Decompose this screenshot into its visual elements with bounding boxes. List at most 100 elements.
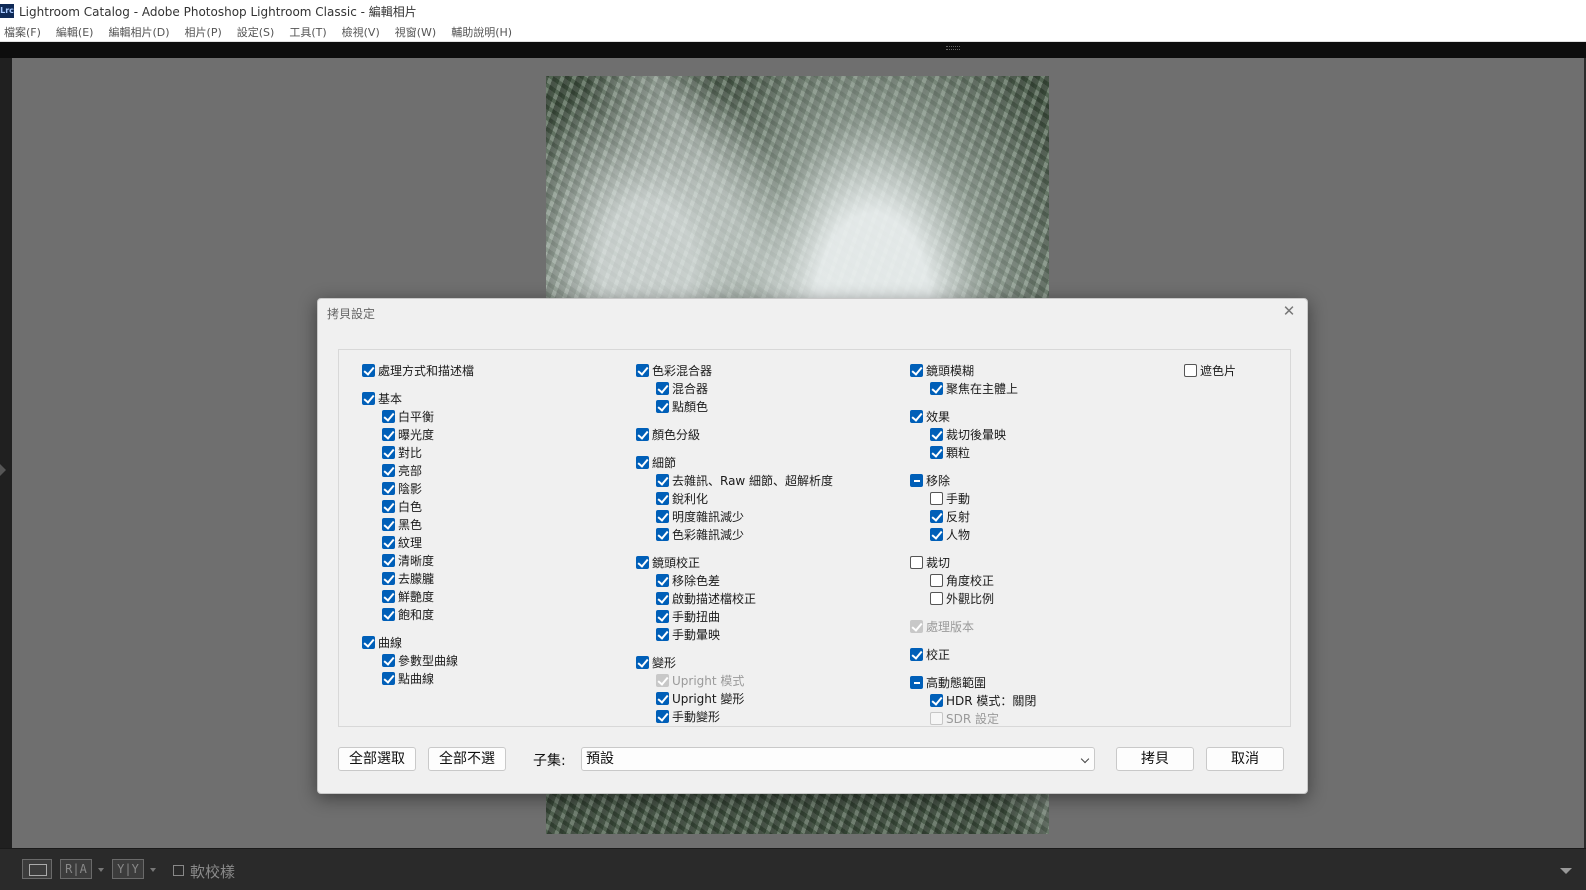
copy-button[interactable]: 拷貝: [1116, 747, 1194, 771]
checkbox-manual-transform[interactable]: 手動變形: [656, 708, 720, 724]
soft-proof-checkbox[interactable]: [173, 865, 184, 876]
checkbox-blacks[interactable]: 黑色: [382, 516, 422, 532]
checkbox-color-mixer[interactable]: 色彩混合器: [636, 362, 712, 378]
checkbox-straighten-angle[interactable]: 角度校正: [930, 572, 994, 588]
checkbox-remove-ca[interactable]: 移除色差: [656, 572, 720, 588]
checkbox-grain[interactable]: 顆粒: [930, 444, 970, 460]
checkbox-hdr[interactable]: 高動態範圍: [910, 674, 986, 690]
checkbox-basic[interactable]: 基本: [362, 390, 402, 406]
checkbox-post-crop-vignette[interactable]: 裁切後暈映: [930, 426, 1006, 442]
menu-photo[interactable]: 相片(P): [181, 24, 228, 40]
checkbox-checked-icon: [910, 409, 923, 423]
checkbox-whites[interactable]: 白色: [382, 498, 422, 514]
panel-grip-icon[interactable]: [946, 46, 960, 50]
checkbox-remove[interactable]: 移除: [910, 472, 950, 488]
checkbox-color-noise[interactable]: 色彩雜訊減少: [656, 526, 744, 542]
checkbox-checked-icon: [930, 445, 943, 459]
settings-panel: 處理方式和描述檔 基本 白平衡 曝光度 對比 亮部 陰影 白色 黑色 紋理 清晰…: [338, 349, 1291, 727]
checkbox-checked-icon: [382, 463, 395, 477]
checkbox-lens-corrections[interactable]: 鏡頭校正: [636, 554, 700, 570]
top-panel-strip[interactable]: [0, 42, 1586, 58]
menu-help[interactable]: 輔助說明(H): [447, 24, 518, 40]
checkbox-upright-mode: Upright 模式: [656, 672, 744, 688]
checkbox-focus-subject[interactable]: 聚焦在主體上: [930, 380, 1018, 396]
menu-file[interactable]: 檔案(F): [0, 24, 47, 40]
checkbox-mixer[interactable]: 混合器: [656, 380, 708, 396]
checkbox-checked-icon: [910, 363, 923, 377]
checkbox-saturation[interactable]: 飽和度: [382, 606, 434, 622]
checkbox-checked-icon: [656, 673, 669, 687]
checkbox-sharpening[interactable]: 銳利化: [656, 490, 708, 506]
checkbox-mixed-icon: [910, 675, 923, 689]
split-caret-icon[interactable]: [150, 868, 156, 872]
toolbar-menu-caret-icon[interactable]: [1560, 868, 1572, 874]
checkbox-point-curve[interactable]: 點曲線: [382, 670, 434, 686]
checkbox-unchecked-icon: [930, 711, 943, 725]
checkbox-checked-icon: [636, 427, 649, 441]
menu-edit[interactable]: 編輯(E): [52, 24, 100, 40]
checkbox-texture[interactable]: 紋理: [382, 534, 422, 550]
checkbox-checked-icon: [910, 647, 923, 661]
checkbox-dehaze[interactable]: 去朦朧: [382, 570, 434, 586]
checkbox-checked-icon: [382, 535, 395, 549]
checkbox-upright-transform[interactable]: Upright 變形: [656, 690, 744, 706]
checkbox-masks[interactable]: 遮色片: [1184, 362, 1236, 378]
checkbox-curve[interactable]: 曲線: [362, 634, 402, 650]
checkbox-checked-icon: [382, 445, 395, 459]
checkbox-checked-icon: [930, 527, 943, 541]
menu-settings[interactable]: 設定(S): [233, 24, 281, 40]
checkbox-detail[interactable]: 細節: [636, 454, 676, 470]
checkbox-process[interactable]: 處理方式和描述檔: [362, 362, 474, 378]
checkbox-color-grading[interactable]: 顏色分級: [636, 426, 700, 442]
checkbox-checked-icon: [382, 427, 395, 441]
close-icon[interactable]: ✕: [1280, 302, 1298, 320]
checkbox-point-color[interactable]: 點顏色: [656, 398, 708, 414]
select-all-button[interactable]: 全部選取: [338, 747, 416, 771]
checkbox-crop[interactable]: 裁切: [910, 554, 950, 570]
checkbox-people[interactable]: 人物: [930, 526, 970, 542]
checkbox-unchecked-icon: [1184, 363, 1197, 377]
checkbox-parametric-curve[interactable]: 參數型曲線: [382, 652, 458, 668]
menu-tools[interactable]: 工具(T): [285, 24, 332, 40]
checkbox-checked-icon: [656, 399, 669, 413]
menu-develop[interactable]: 編輯相片(D): [104, 24, 175, 40]
checkbox-highlights[interactable]: 亮部: [382, 462, 422, 478]
before-after-caret-icon[interactable]: [98, 868, 104, 872]
checkbox-checked-icon: [382, 653, 395, 667]
checkbox-transform[interactable]: 變形: [636, 654, 676, 670]
checkbox-contrast[interactable]: 對比: [382, 444, 422, 460]
checkbox-hdr-mode[interactable]: HDR 模式：關閉: [930, 692, 1036, 708]
copy-settings-dialog: 拷貝設定 ✕ 處理方式和描述檔 基本 白平衡 曝光度 對比 亮部 陰影 白色 黑…: [317, 298, 1308, 794]
cancel-button[interactable]: 取消: [1206, 747, 1284, 771]
left-panel-strip[interactable]: [0, 58, 12, 848]
checkbox-effects[interactable]: 效果: [910, 408, 950, 424]
menu-view[interactable]: 檢視(V): [338, 24, 386, 40]
checkbox-checked-icon: [636, 363, 649, 377]
left-panel-toggle-icon[interactable]: [0, 464, 6, 476]
before-after-view-button[interactable]: R|A: [60, 859, 92, 879]
checkbox-clarity[interactable]: 清晰度: [382, 552, 434, 568]
checkbox-calibration[interactable]: 校正: [910, 646, 950, 662]
before-after-split-button[interactable]: Y|Y: [112, 859, 144, 879]
checkbox-remove-manual[interactable]: 手動: [930, 490, 970, 506]
checkbox-unchecked-icon: [930, 591, 943, 605]
menu-window[interactable]: 視窗(W): [391, 24, 442, 40]
checkbox-unchecked-icon: [930, 573, 943, 587]
checkbox-aspect-ratio[interactable]: 外觀比例: [930, 590, 994, 606]
subset-dropdown[interactable]: 預設: [581, 747, 1095, 771]
checkbox-denoise[interactable]: 去雜訊、Raw 細節、超解析度: [656, 472, 833, 488]
checkbox-vibrance[interactable]: 鮮艷度: [382, 588, 434, 604]
checkbox-lens-blur[interactable]: 鏡頭模糊: [910, 362, 974, 378]
checkbox-shadows[interactable]: 陰影: [382, 480, 422, 496]
checkbox-exposure[interactable]: 曝光度: [382, 426, 434, 442]
checkbox-profile-corrections[interactable]: 啟動描述檔校正: [656, 590, 756, 606]
checkbox-manual-vignette[interactable]: 手動暈映: [656, 626, 720, 642]
checkbox-reflections[interactable]: 反射: [930, 508, 970, 524]
checkbox-white-balance[interactable]: 白平衡: [382, 408, 434, 424]
select-none-button[interactable]: 全部不選: [428, 747, 506, 771]
checkbox-checked-icon: [382, 571, 395, 585]
checkbox-checked-icon: [656, 381, 669, 395]
checkbox-manual-distortion[interactable]: 手動扭曲: [656, 608, 720, 624]
checkbox-luminance-noise[interactable]: 明度雜訊減少: [656, 508, 744, 524]
loupe-view-button[interactable]: [22, 859, 52, 879]
